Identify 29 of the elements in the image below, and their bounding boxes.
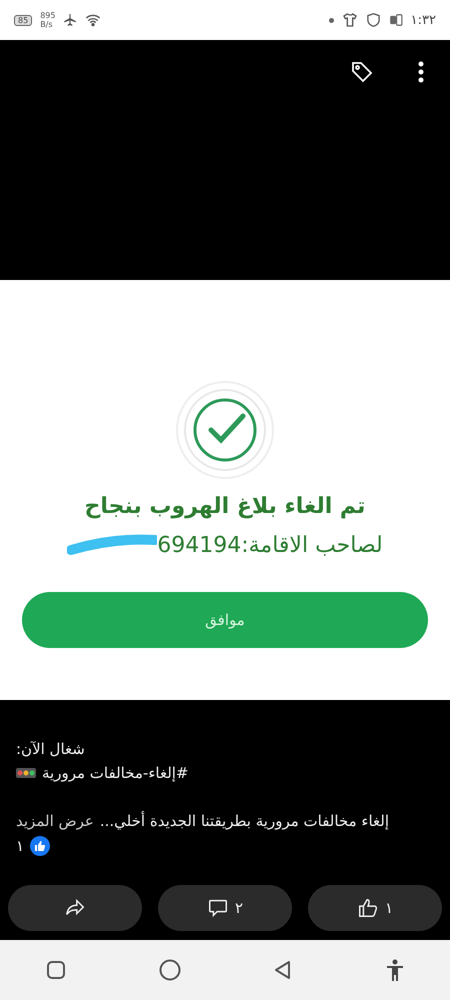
wifi-icon bbox=[85, 13, 102, 27]
comment-button[interactable]: ٢ bbox=[158, 885, 292, 931]
shield-icon bbox=[366, 12, 381, 28]
accessibility-icon[interactable] bbox=[386, 959, 404, 981]
speed-value: 895 bbox=[40, 11, 56, 20]
residency-number: لصاحب الاقامة:694194 bbox=[157, 533, 383, 558]
recent-apps-icon[interactable] bbox=[46, 960, 66, 980]
sim-icon bbox=[388, 13, 403, 27]
check-circle-icon bbox=[175, 380, 275, 480]
tag-icon[interactable] bbox=[350, 60, 374, 84]
more-options-icon[interactable] bbox=[418, 60, 424, 84]
dot-icon bbox=[328, 18, 334, 22]
home-icon[interactable] bbox=[158, 959, 181, 981]
speech-bubble-icon bbox=[206, 897, 229, 919]
hashtag-link[interactable]: #إلغاء-مخالفات مرورية bbox=[42, 764, 188, 782]
post-body: إلغاء مخالفات مرورية بطريقتنا الجديدة أخلي... bbox=[100, 812, 390, 830]
see-more-link[interactable]: عرض المزيد bbox=[16, 812, 94, 830]
speed-unit: B/s bbox=[40, 20, 54, 29]
clock-time: ١:٣٢ bbox=[410, 12, 436, 28]
like-button[interactable]: ١ bbox=[308, 885, 442, 931]
airplane-icon bbox=[63, 13, 78, 27]
post-text: شغال الآن: bbox=[16, 740, 85, 758]
reaction-count: ١ bbox=[16, 837, 24, 855]
traffic-light-icon bbox=[16, 768, 36, 778]
thumbs-up-icon bbox=[356, 897, 379, 919]
shirt-icon bbox=[342, 12, 358, 28]
battery-level: 85 bbox=[14, 14, 32, 26]
success-title: تم الغاء بلاغ الهروب بنجاح bbox=[84, 494, 366, 519]
like-reaction-icon bbox=[30, 836, 50, 856]
